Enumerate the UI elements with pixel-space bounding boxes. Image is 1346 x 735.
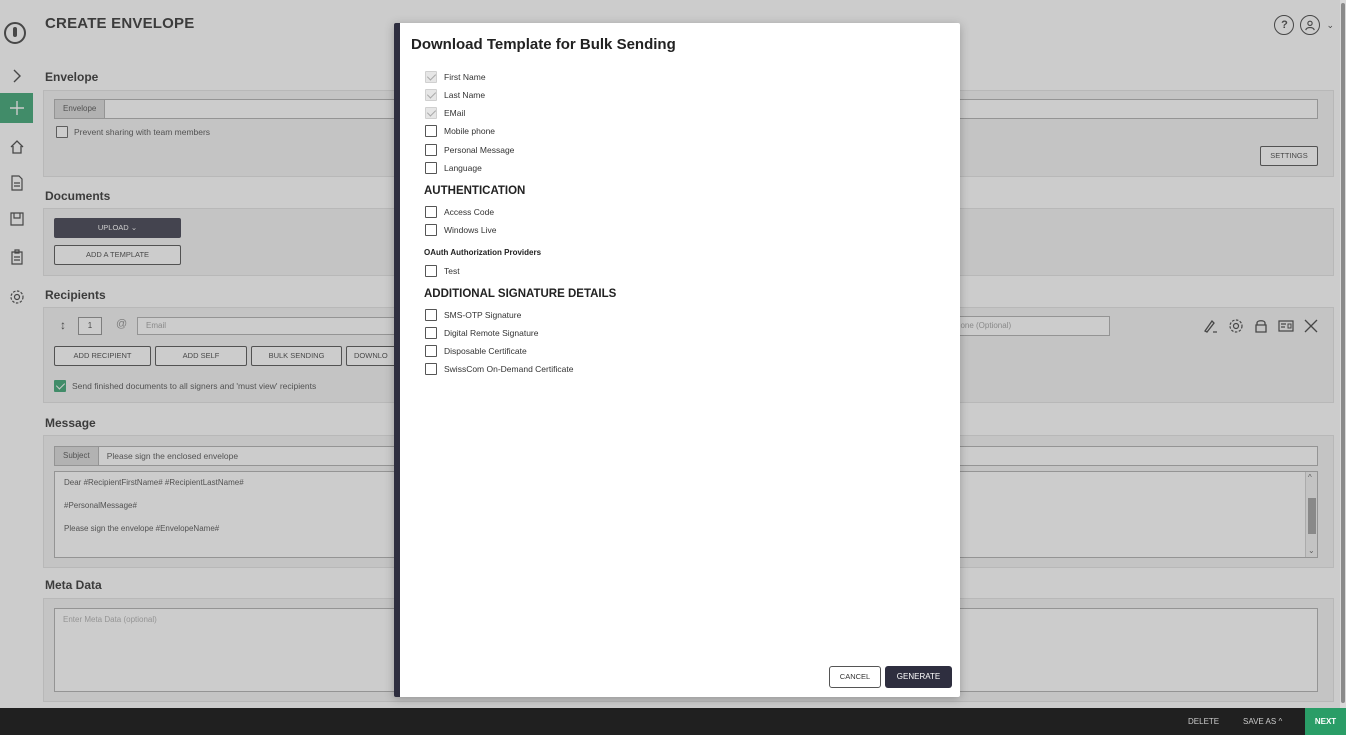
checkbox[interactable] bbox=[425, 363, 437, 375]
checkbox[interactable] bbox=[425, 107, 437, 119]
page-scrollbar-thumb[interactable] bbox=[1341, 3, 1345, 703]
checkbox[interactable] bbox=[425, 265, 437, 277]
checkbox[interactable] bbox=[425, 309, 437, 321]
checkbox[interactable] bbox=[425, 206, 437, 218]
checkbox[interactable] bbox=[425, 345, 437, 357]
sig-disposable-certificate[interactable]: Disposable Certificate bbox=[425, 345, 527, 357]
auth-access-code[interactable]: Access Code bbox=[425, 206, 494, 218]
checkbox[interactable] bbox=[425, 224, 437, 236]
sig-label: Digital Remote Signature bbox=[444, 328, 539, 338]
field-email[interactable]: EMail bbox=[425, 107, 465, 119]
auth-label: Windows Live bbox=[444, 225, 497, 235]
sig-digital-remote[interactable]: Digital Remote Signature bbox=[425, 327, 539, 339]
page-scrollbar[interactable] bbox=[1340, 0, 1346, 708]
generate-button[interactable]: GENERATE bbox=[885, 666, 952, 688]
field-label: Mobile phone bbox=[444, 126, 496, 136]
oauth-test[interactable]: Test bbox=[425, 265, 460, 277]
sig-label: SwissCom On-Demand Certificate bbox=[444, 364, 574, 374]
checkbox[interactable] bbox=[425, 144, 437, 156]
checkbox[interactable] bbox=[425, 71, 437, 83]
checkbox[interactable] bbox=[425, 162, 437, 174]
sig-swisscom[interactable]: SwissCom On-Demand Certificate bbox=[425, 363, 573, 375]
field-last-name[interactable]: Last Name bbox=[425, 89, 485, 101]
field-language[interactable]: Language bbox=[425, 162, 482, 174]
field-label: Personal Message bbox=[444, 145, 515, 155]
modal-title: Download Template for Bulk Sending bbox=[411, 36, 676, 53]
signature-details-heading: ADDITIONAL SIGNATURE DETAILS bbox=[424, 288, 617, 300]
checkbox[interactable] bbox=[425, 327, 437, 339]
field-label: Last Name bbox=[444, 90, 486, 100]
auth-label: Access Code bbox=[444, 207, 495, 217]
auth-windows-live[interactable]: Windows Live bbox=[425, 224, 496, 236]
field-first-name[interactable]: First Name bbox=[425, 71, 486, 83]
bottom-action-bar: DELETE SAVE AS ^ NEXT bbox=[0, 708, 1346, 735]
sig-sms-otp[interactable]: SMS-OTP Signature bbox=[425, 309, 521, 321]
next-button[interactable]: NEXT bbox=[1305, 708, 1346, 735]
chevron-up-icon: ^ bbox=[1278, 717, 1283, 726]
cancel-button[interactable]: CANCEL bbox=[829, 666, 881, 688]
sig-label: SMS-OTP Signature bbox=[444, 310, 522, 320]
sig-label: Disposable Certificate bbox=[444, 346, 527, 356]
bulk-template-modal: Download Template for Bulk Sending First… bbox=[394, 23, 960, 697]
field-label: EMail bbox=[444, 108, 466, 118]
authentication-heading: AUTHENTICATION bbox=[424, 185, 526, 197]
save-as-button[interactable]: SAVE AS ^ bbox=[1243, 708, 1282, 735]
checkbox[interactable] bbox=[425, 89, 437, 101]
field-personal-message[interactable]: Personal Message bbox=[425, 144, 514, 156]
oauth-heading: OAuth Authorization Providers bbox=[424, 248, 542, 257]
field-mobile-phone[interactable]: Mobile phone bbox=[425, 125, 495, 137]
save-as-label: SAVE AS bbox=[1243, 717, 1277, 726]
field-label: Language bbox=[444, 163, 482, 173]
field-label: First Name bbox=[444, 72, 486, 82]
checkbox[interactable] bbox=[425, 125, 437, 137]
oauth-label: Test bbox=[444, 266, 460, 276]
delete-button[interactable]: DELETE bbox=[1188, 708, 1219, 735]
